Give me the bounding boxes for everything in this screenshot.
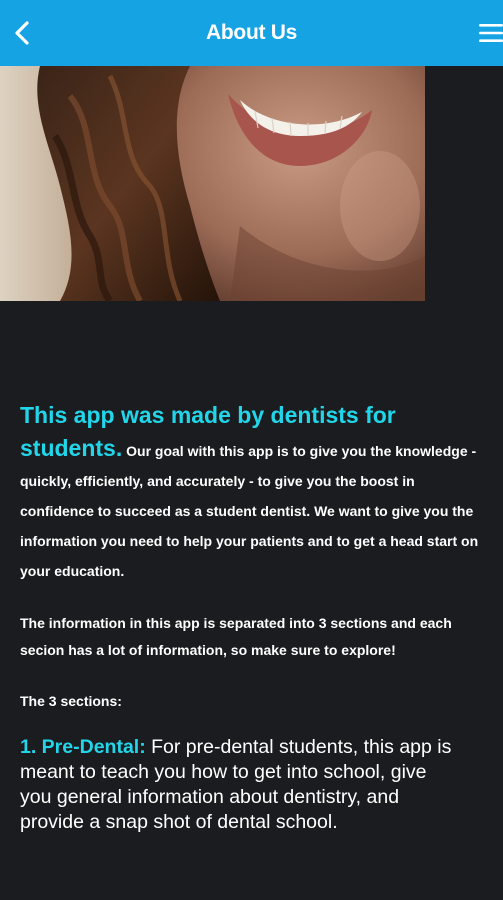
hero-image bbox=[0, 66, 425, 301]
hamburger-menu-icon bbox=[479, 24, 503, 42]
chevron-left-icon bbox=[15, 21, 29, 45]
section-title: 1. Pre-Dental: bbox=[20, 736, 146, 758]
about-content: This app was made by dentists for studen… bbox=[20, 400, 490, 835]
info-paragraph: The information in this app is separated… bbox=[20, 615, 452, 658]
app-header: About Us bbox=[0, 0, 503, 66]
section-pre-dental: 1. Pre-Dental: For pre-dental students, … bbox=[20, 735, 460, 835]
sections-label: The 3 sections: bbox=[20, 693, 122, 709]
page-title: About Us bbox=[206, 21, 297, 44]
menu-button[interactable] bbox=[473, 17, 503, 49]
intro-body: Our goal with this app is to give you th… bbox=[20, 443, 479, 579]
back-button[interactable] bbox=[6, 17, 38, 49]
intro-paragraph: This app was made by dentists for studen… bbox=[20, 400, 490, 586]
